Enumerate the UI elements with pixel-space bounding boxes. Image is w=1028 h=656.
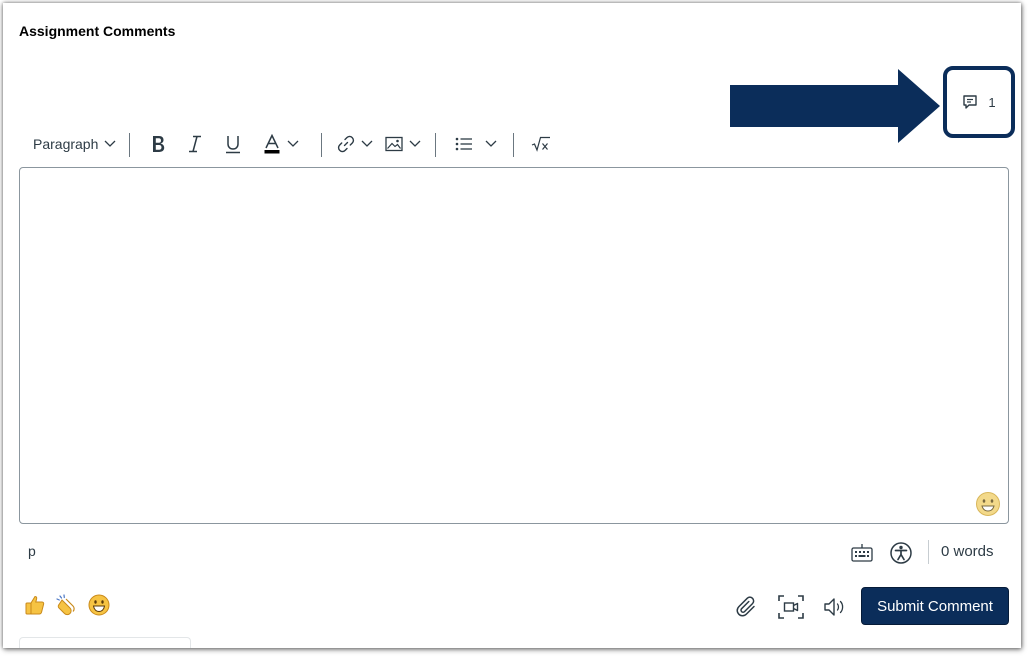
- toolbar-divider: [321, 133, 322, 157]
- equation-button[interactable]: [531, 127, 551, 161]
- clapping-hands-icon: [56, 594, 75, 616]
- emoji-picker-button[interactable]: [975, 491, 1001, 522]
- image-icon: [385, 136, 403, 152]
- chevron-down-icon: [287, 140, 299, 147]
- accessibility-icon: [890, 542, 912, 564]
- speaker-icon: [824, 598, 844, 616]
- callout-arrow-icon: [730, 69, 940, 143]
- comments-count-button[interactable]: 1: [943, 66, 1015, 138]
- text-color-dropdown[interactable]: [263, 127, 299, 161]
- reaction-grinning-face[interactable]: [87, 593, 111, 617]
- record-audio-button[interactable]: [821, 593, 849, 621]
- assignment-comments-panel: Assignment Comments 1 Paragraph p 0 word…: [3, 3, 1021, 648]
- chevron-down-icon: [485, 140, 497, 147]
- bold-button[interactable]: [149, 127, 167, 161]
- bulleted-list-icon: [455, 137, 472, 151]
- element-path[interactable]: p: [28, 543, 36, 559]
- reaction-thumbs-up[interactable]: [23, 593, 47, 617]
- comment-editor[interactable]: [19, 167, 1009, 524]
- status-divider: [928, 540, 929, 564]
- block-format-dropdown[interactable]: Paragraph: [33, 127, 116, 161]
- italic-icon: [189, 135, 201, 153]
- keyboard-shortcuts-button[interactable]: [851, 541, 873, 565]
- list-dropdown[interactable]: [455, 127, 497, 161]
- page-title: Assignment Comments: [19, 23, 176, 39]
- reaction-clapping-hands[interactable]: [55, 593, 79, 617]
- editor-toolbar: Paragraph: [19, 127, 579, 161]
- paperclip-icon: [736, 596, 755, 617]
- text-color-icon: [264, 134, 280, 154]
- chevron-down-icon: [409, 140, 421, 147]
- toolbar-divider: [513, 133, 514, 157]
- link-icon: [337, 135, 355, 153]
- chevron-down-icon: [361, 140, 373, 147]
- grinning-face-icon: [88, 594, 110, 616]
- record-media-button[interactable]: [777, 593, 805, 621]
- underline-button[interactable]: [224, 127, 242, 161]
- thumbs-up-icon: [25, 595, 45, 615]
- link-dropdown[interactable]: [337, 127, 373, 161]
- submit-comment-button[interactable]: Submit Comment: [861, 587, 1009, 625]
- image-dropdown[interactable]: [385, 127, 421, 161]
- keyboard-icon: [851, 544, 873, 562]
- comments-count: 1: [988, 94, 996, 110]
- emoji-picker-icon: [976, 492, 1000, 516]
- toolbar-divider: [435, 133, 436, 157]
- word-count: 0 words: [941, 543, 994, 560]
- video-record-icon: [778, 595, 804, 619]
- toolbar-divider: [129, 133, 130, 157]
- accessibility-checker-button[interactable]: [890, 541, 912, 565]
- comment-icon: [963, 95, 978, 109]
- italic-button[interactable]: [187, 127, 203, 161]
- comment-list-preview: [19, 637, 191, 648]
- chevron-down-icon: [104, 140, 116, 147]
- bold-icon: [153, 136, 165, 152]
- block-format-label: Paragraph: [33, 136, 99, 152]
- underline-icon: [226, 136, 240, 154]
- square-root-icon: [531, 136, 550, 152]
- attach-file-button[interactable]: [733, 593, 761, 621]
